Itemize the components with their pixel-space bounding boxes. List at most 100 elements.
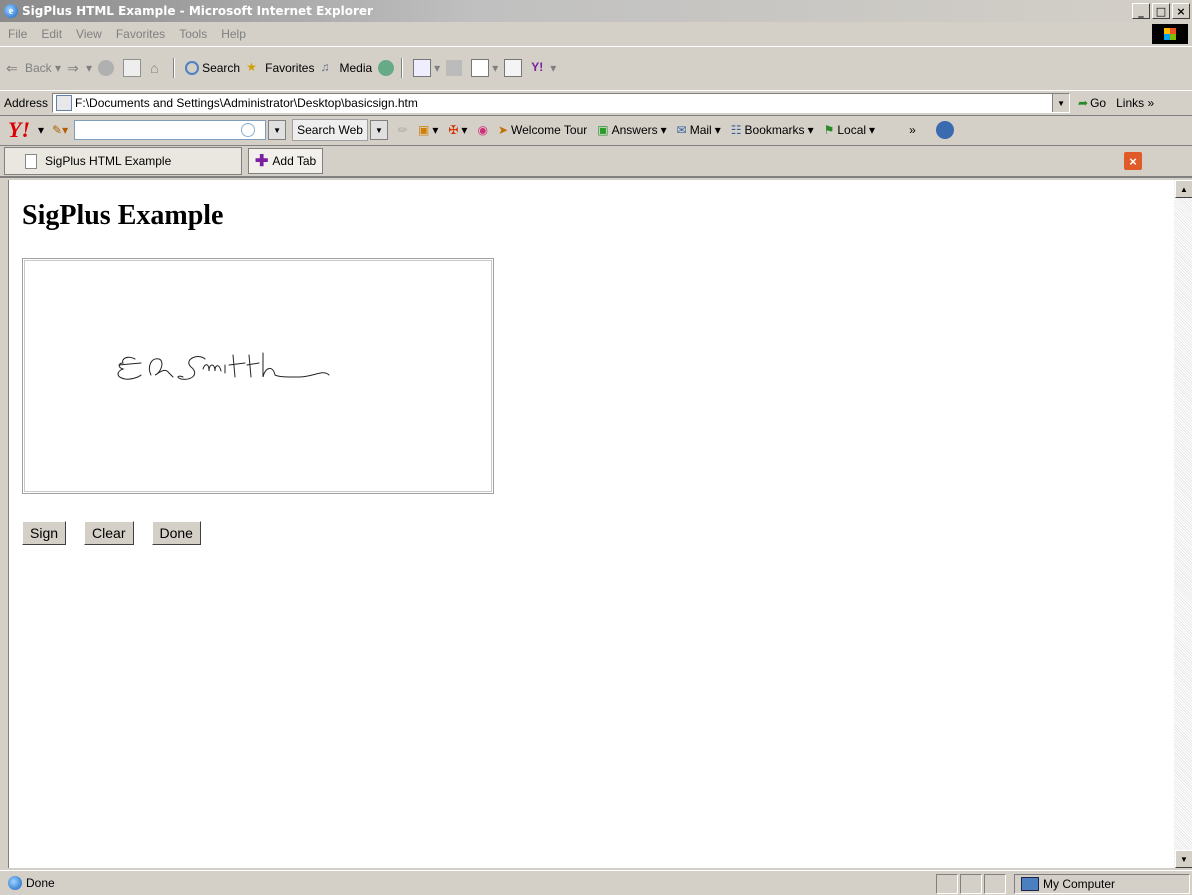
favorites-button[interactable]: ★ Favorites <box>246 60 314 76</box>
yahoo-logo[interactable]: Y! <box>8 117 30 143</box>
music-button[interactable]: ◉ <box>477 123 487 137</box>
standard-toolbar: ⇐ Back ▾ ⇒ ▾ ⌂ Search ★ Favorites ♫ Media ▾ … <box>0 46 1192 91</box>
menu-favorites[interactable]: Favorites <box>116 27 165 41</box>
window-controls: _ □ × <box>1130 3 1190 19</box>
menu-view[interactable]: View <box>76 27 102 41</box>
media-button[interactable]: ♫ Media <box>320 60 372 76</box>
edit-button[interactable]: ▾ <box>471 59 498 77</box>
local-button[interactable]: ⚑ Local ▾ <box>824 123 875 137</box>
maximize-button[interactable]: □ <box>1152 3 1170 19</box>
menu-tools[interactable]: Tools <box>179 27 207 41</box>
status-panel <box>984 874 1006 894</box>
status-panel <box>960 874 982 894</box>
answers-button[interactable]: ▣ Answers ▾ <box>597 123 666 137</box>
address-dropdown-button[interactable]: ▼ <box>1052 94 1070 112</box>
home-button[interactable]: ⌂ <box>150 60 169 76</box>
address-value[interactable]: F:\Documents and Settings\Administrator\… <box>75 96 418 110</box>
tab-sigplus[interactable]: SigPlus HTML Example <box>4 147 242 175</box>
close-button[interactable]: × <box>1172 3 1190 19</box>
pdf-icon[interactable] <box>935 121 954 139</box>
scroll-down-button[interactable]: ▼ <box>1175 850 1192 868</box>
toolbar-separator <box>401 58 404 78</box>
menu-file[interactable]: File <box>8 27 27 41</box>
tab-bar: SigPlus HTML Example ✚ Add Tab × <box>0 146 1192 178</box>
toolbar-overflow-chevron-icon[interactable]: » <box>909 123 916 137</box>
envelope-icon: ✉ <box>676 123 687 137</box>
signpost-icon: ➤ <box>497 123 508 137</box>
mail-button[interactable]: ▾ <box>413 59 440 77</box>
popup-blocker-button[interactable]: ▣ ▾ <box>418 123 438 137</box>
search-web-button[interactable]: Search Web <box>292 119 368 141</box>
yahoo-messenger-icon: Y! <box>531 60 544 74</box>
stop-button[interactable] <box>98 60 117 76</box>
music-icon: ◉ <box>477 123 488 137</box>
clear-button[interactable]: Clear <box>84 521 134 545</box>
page-content: SigPlus Example Sign Clear Done <box>8 180 1175 868</box>
history-icon <box>378 60 395 76</box>
forward-button[interactable]: ⇒ ▾ <box>67 60 92 76</box>
sign-button[interactable]: Sign <box>22 521 67 545</box>
go-button[interactable]: ➦ Go <box>1078 96 1106 110</box>
signature-drawing <box>117 352 330 380</box>
ie-icon: e <box>4 4 18 18</box>
discuss-button[interactable] <box>504 59 525 77</box>
answers-icon: ▣ <box>597 123 609 137</box>
mail-button-yahoo[interactable]: ✉ Mail ▾ <box>677 123 721 137</box>
bookmarks-button[interactable]: ☷ Bookmarks ▾ <box>731 123 814 137</box>
search-icon <box>185 61 200 75</box>
plus-icon: ✚ <box>255 153 269 170</box>
window-title: SigPlus HTML Example - Microsoft Interne… <box>22 4 373 18</box>
yahoo-messenger-button[interactable]: Y! ▾ <box>531 60 556 76</box>
welcome-tour-button[interactable]: ➤ Welcome Tour <box>498 123 587 137</box>
minimize-button[interactable]: _ <box>1132 3 1150 19</box>
media-icon: ♫ <box>320 60 330 74</box>
yahoo-search-dropdown[interactable]: ▼ <box>268 120 287 140</box>
stop-icon <box>98 60 115 76</box>
toolbar-separator <box>173 58 176 78</box>
title-bar: e SigPlus HTML Example - Microsoft Inter… <box>0 0 1192 22</box>
print-button[interactable] <box>446 60 465 76</box>
tab-label: SigPlus HTML Example <box>45 154 172 168</box>
highlight-button[interactable]: ✏ <box>398 123 408 137</box>
close-tab-icon[interactable]: × <box>1124 152 1142 170</box>
address-input[interactable]: F:\Documents and Settings\Administrator\… <box>52 93 1071 113</box>
search-icon <box>241 123 256 137</box>
windows-logo-icon <box>1152 24 1188 44</box>
menu-edit[interactable]: Edit <box>41 27 62 41</box>
status-panels <box>936 874 1008 894</box>
antispy-button[interactable]: ✠ ▾ <box>448 123 467 137</box>
refresh-button[interactable] <box>123 59 144 77</box>
page-title: SigPlus Example <box>22 200 224 231</box>
home-icon: ⌂ <box>150 60 159 76</box>
signature-pad[interactable] <box>22 258 494 494</box>
search-button[interactable]: Search <box>185 61 240 75</box>
vertical-scrollbar[interactable]: ▲ ▼ <box>1174 180 1192 868</box>
mail-icon <box>413 59 432 77</box>
go-arrow-icon: ➦ <box>1078 96 1089 110</box>
printer-icon <box>446 60 463 76</box>
back-button[interactable]: ⇐ Back ▾ <box>6 60 61 76</box>
address-label: Address <box>4 96 49 110</box>
yahoo-menu-dropdown[interactable]: ▾ <box>38 123 44 137</box>
search-web-dropdown[interactable]: ▼ <box>369 120 388 140</box>
status-bar: Done My Computer <box>0 870 1192 895</box>
history-button[interactable] <box>378 60 397 76</box>
forward-arrow-icon: ⇒ <box>67 60 79 76</box>
page-icon <box>56 95 73 111</box>
ie-status-icon <box>8 876 22 890</box>
scroll-up-button[interactable]: ▲ <box>1175 180 1192 198</box>
pencil-icon[interactable]: ✎▾ <box>52 123 68 137</box>
button-row: Sign Clear Done <box>22 521 201 545</box>
local-map-icon: ⚑ <box>823 123 835 137</box>
links-button[interactable]: Links » <box>1116 96 1154 110</box>
add-tab-button[interactable]: ✚ Add Tab <box>248 148 324 174</box>
done-button[interactable]: Done <box>151 521 201 545</box>
menu-bar: File Edit View Favorites Tools Help <box>0 22 1192 47</box>
yahoo-search-input[interactable] <box>74 120 267 140</box>
favorites-star-icon: ★ <box>246 60 257 74</box>
menu-help[interactable]: Help <box>221 27 246 41</box>
discuss-icon <box>504 59 523 77</box>
back-arrow-icon: ⇐ <box>6 60 18 76</box>
zone-label: My Computer <box>1043 877 1116 891</box>
edit-icon <box>471 59 490 77</box>
